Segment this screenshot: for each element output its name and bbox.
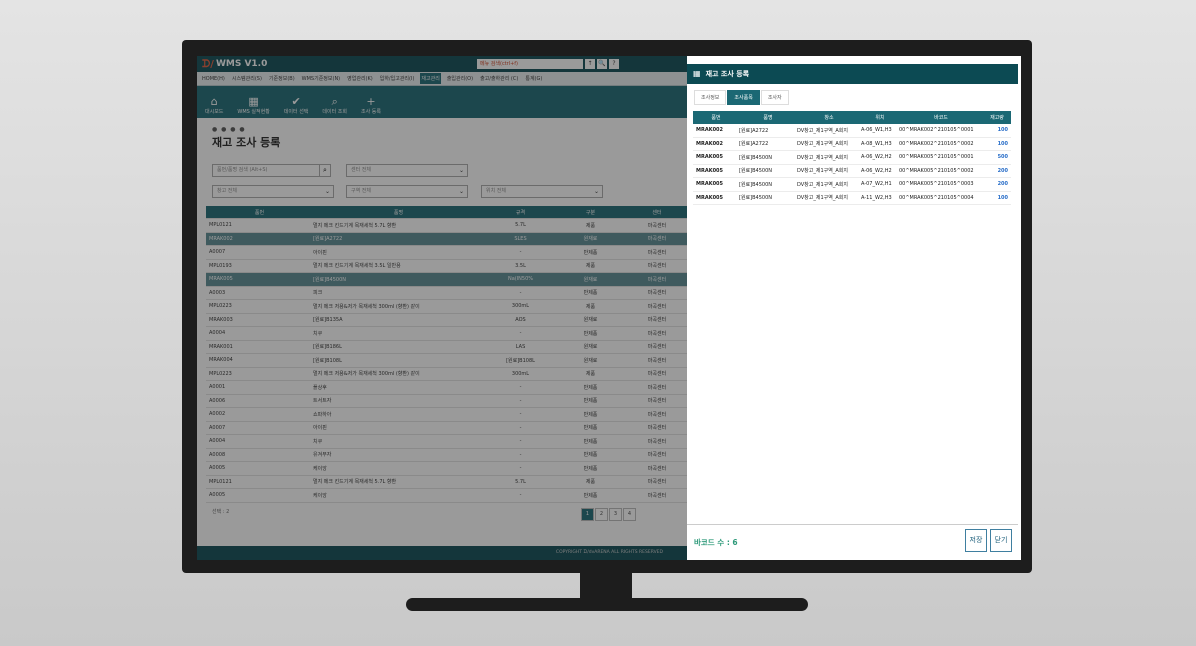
tab-2[interactable]: 조사자 — [760, 90, 789, 105]
table-cell: 00^MRAK002^210105^0001 — [899, 127, 974, 134]
table-cell: 500 — [997, 154, 1008, 161]
column-header[interactable]: 위치 — [861, 114, 899, 121]
table-cell: 00^MRAK005^210105^0001 — [899, 154, 974, 161]
table-row[interactable]: MRAK005 [원료]B4500N DV창고_제1구역_A회지 A-07_W2,H1… — [693, 178, 1011, 192]
table-cell: A-06_W2,H2 — [861, 154, 892, 161]
monitor-screen: ᗪ/ WMS V1.0 메뉴 검색(ctrl+f) ↑ 🔍 ? HOME(H) 시… — [197, 56, 1021, 560]
modal-header: ▦ 재고 조사 등록 — [687, 64, 1018, 84]
column-header[interactable]: 창소 — [797, 114, 861, 121]
survey-items-table: 품번 품명 창소 위치 바코드 재고량 MRAK002 [원료]A2722 DV창고_제1구역_… — [693, 111, 1011, 205]
table-row[interactable]: MRAK005 [원료]B4500N DV창고_제1구역_A회지 A-06_W2,H2… — [693, 165, 1011, 178]
table-cell: 00^MRAK005^210105^0003 — [899, 181, 974, 188]
table-cell: [원료]B4500N — [739, 154, 772, 161]
table-cell: A-06_W1,H3 — [861, 127, 892, 134]
wms-app: ᗪ/ WMS V1.0 메뉴 검색(ctrl+f) ↑ 🔍 ? HOME(H) 시… — [197, 56, 687, 560]
modal-title: 재고 조사 등록 — [705, 70, 750, 78]
table-cell: MRAK002 — [696, 127, 724, 134]
table-cell: DV창고_제1구역_A회지 — [797, 154, 848, 161]
table-row[interactable]: MRAK002 [원료]A2722 DV창고_제1구역_A회지 A-06_W1,H3 0… — [693, 124, 1011, 138]
tab-0[interactable]: 조사정보 — [694, 90, 727, 105]
table-cell: MRAK005 — [696, 181, 724, 188]
table-cell: [원료]A2722 — [739, 141, 769, 148]
table-cell: DV창고_제1구역_A회지 — [797, 195, 848, 202]
table-cell: DV창고_제1구역_A회지 — [797, 141, 848, 148]
barcode-count: 바코드 수 : 6 — [694, 538, 738, 547]
table-row[interactable]: MRAK005 [원료]B4500N DV창고_제1구역_A회지 A-11_W2,H3… — [693, 192, 1011, 205]
table-cell: A-06_W2,H2 — [861, 167, 892, 174]
table-cell: 00^MRAK002^210105^0002 — [899, 140, 974, 147]
table-cell: 00^MRAK005^210105^0002 — [899, 167, 974, 174]
table-cell: MRAK005 — [696, 194, 724, 201]
table-cell: A-08_W1,H3 — [861, 140, 892, 147]
table-cell: 200 — [997, 167, 1008, 174]
table-cell: [원료]B4500N — [739, 181, 772, 188]
table-cell: [원료]B4500N — [739, 168, 772, 175]
column-header[interactable]: 바코드 — [899, 114, 983, 121]
table-cell: [원료]A2722 — [739, 127, 769, 134]
save-button[interactable]: 저장 — [965, 529, 987, 552]
grid-icon: ▦ — [693, 69, 701, 78]
table-row[interactable]: MRAK005 [원료]B4500N DV창고_제1구역_A회지 A-06_W2,H2… — [693, 151, 1011, 165]
modal-footer-divider — [687, 524, 1018, 525]
table-cell: [원료]B4500N — [739, 195, 772, 202]
table-cell: 100 — [997, 127, 1008, 134]
close-button[interactable]: 닫기 — [990, 529, 1012, 552]
table-cell: DV창고_제1구역_A회지 — [797, 181, 848, 188]
table-cell: MRAK005 — [696, 167, 724, 174]
table-cell: 00^MRAK005^210105^0004 — [899, 194, 974, 201]
table-cell: 100 — [997, 140, 1008, 147]
table-cell: MRAK005 — [696, 154, 724, 161]
monitor-base — [406, 598, 808, 611]
table-cell: A-07_W2,H1 — [861, 181, 892, 188]
table-cell: 200 — [997, 181, 1008, 188]
survey-table-header: 품번 품명 창소 위치 바코드 재고량 — [693, 111, 1011, 124]
modal-tabs: 조사정보 조사품목 조사자 — [694, 90, 790, 105]
column-header[interactable]: 품명 — [739, 114, 797, 121]
inventory-survey-modal: ▦ 재고 조사 등록 조사정보 조사품목 조사자 품번 품명 창소 위치 바코드 재고량 MRAK… — [687, 56, 1021, 560]
column-header[interactable]: 재고량 — [983, 114, 1011, 121]
tab-1[interactable]: 조사품목 — [727, 90, 760, 105]
monitor-neck — [580, 573, 632, 599]
table-cell: A-11_W2,H3 — [861, 194, 892, 201]
table-cell: DV창고_제1구역_A회지 — [797, 168, 848, 175]
table-cell: MRAK002 — [696, 140, 724, 147]
modal-overlay[interactable] — [197, 56, 687, 560]
column-header[interactable]: 품번 — [693, 114, 739, 121]
table-cell: DV창고_제1구역_A회지 — [797, 127, 848, 134]
table-cell: 100 — [997, 194, 1008, 201]
table-row[interactable]: MRAK002 [원료]A2722 DV창고_제1구역_A회지 A-08_W1,H3 0… — [693, 138, 1011, 151]
